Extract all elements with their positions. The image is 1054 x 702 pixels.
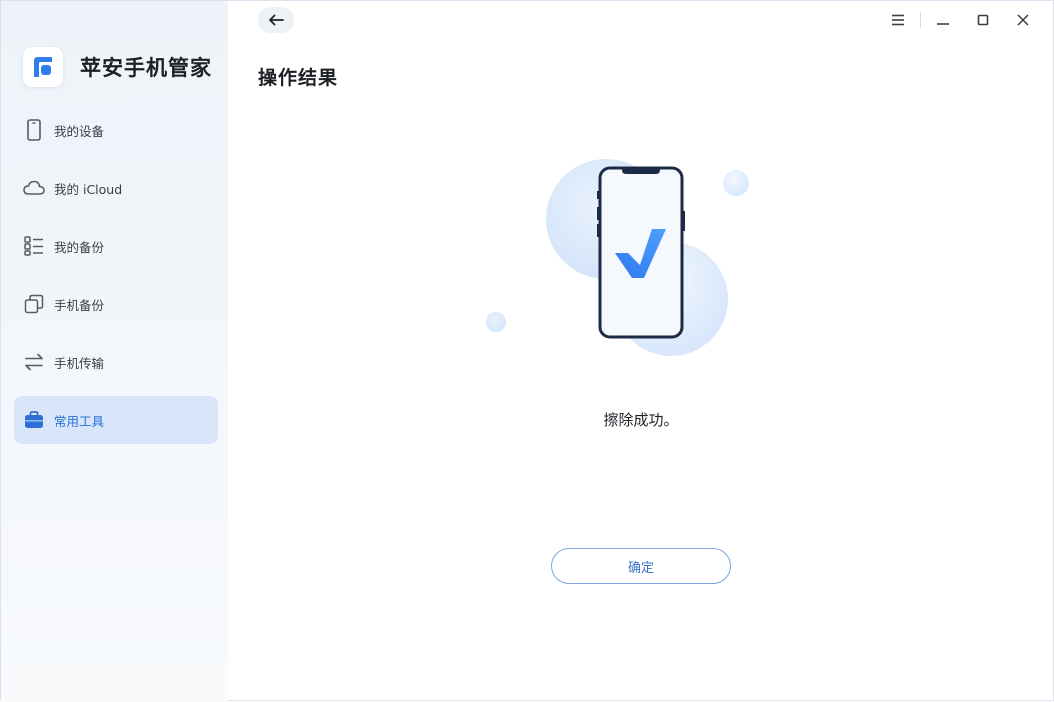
sidebar-item-label: 我的备份	[54, 239, 105, 255]
sidebar-item-label: 常用工具	[54, 413, 105, 429]
phone-icon	[23, 119, 45, 141]
sidebar-nav: 我的设备 我的 iCloud 我的备份 手机备份 手机传输 常用工具	[14, 106, 218, 454]
sidebar: 苹安手机管家 我的设备 我的 iCloud 我的备份 手机备份 手机传输 常用工…	[1, 1, 228, 702]
sidebar-item-label: 我的 iCloud	[54, 181, 123, 197]
app-logo-icon	[23, 47, 63, 87]
close-button[interactable]	[1003, 9, 1043, 31]
back-button[interactable]	[258, 7, 294, 33]
toolbox-icon	[23, 409, 45, 431]
sidebar-item-my-device[interactable]: 我的设备	[14, 106, 218, 154]
sidebar-item-my-backup[interactable]: 我的备份	[14, 222, 218, 270]
window-controls-divider	[920, 12, 921, 28]
arrow-left-icon	[268, 11, 284, 30]
menu-button[interactable]	[878, 9, 918, 31]
sidebar-item-my-icloud[interactable]: 我的 iCloud	[14, 164, 218, 212]
sidebar-item-label: 手机传输	[54, 355, 105, 371]
sidebar-item-common-tools[interactable]: 常用工具	[14, 396, 218, 444]
window-controls	[878, 9, 1043, 31]
sidebar-item-label: 手机备份	[54, 297, 105, 313]
maximize-button[interactable]	[963, 9, 1003, 31]
confirm-button[interactable]: 确定	[551, 548, 731, 584]
close-icon	[1017, 11, 1029, 30]
minimize-button[interactable]	[923, 9, 963, 31]
brand: 苹安手机管家	[23, 47, 212, 87]
menu-icon	[891, 11, 905, 30]
app-name: 苹安手机管家	[80, 56, 212, 80]
sidebar-item-phone-backup[interactable]: 手机备份	[14, 280, 218, 328]
sidebar-item-label: 我的设备	[54, 123, 105, 139]
minimize-icon	[936, 11, 950, 30]
app-window: 苹安手机管家 我的设备 我的 iCloud 我的备份 手机备份 手机传输 常用工…	[0, 0, 1054, 702]
transfer-icon	[23, 351, 45, 373]
copy-icon	[23, 293, 45, 315]
sidebar-item-phone-transfer[interactable]: 手机传输	[14, 338, 218, 386]
success-illustration	[476, 151, 776, 361]
list-icon	[23, 235, 45, 257]
cloud-icon	[23, 177, 45, 199]
page-title: 操作结果	[258, 67, 339, 89]
maximize-icon	[977, 11, 989, 30]
result-message: 擦除成功。	[603, 411, 679, 429]
